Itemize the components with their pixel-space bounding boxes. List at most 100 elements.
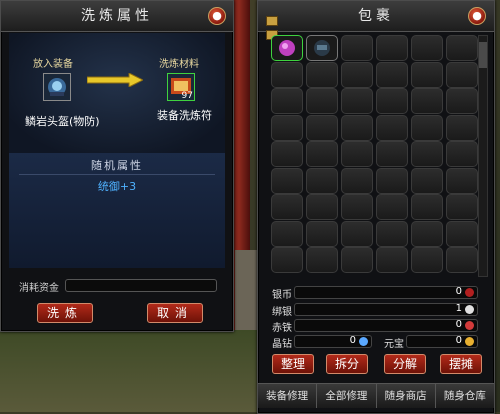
bag-slot[interactable] bbox=[376, 141, 408, 167]
tab-portable-storage[interactable]: 随身仓库 bbox=[435, 384, 494, 408]
bag-slot[interactable] bbox=[411, 35, 443, 61]
bag-slot[interactable] bbox=[446, 35, 478, 61]
tab-equip-repair[interactable]: 装备修理 bbox=[258, 384, 318, 408]
bag-slot[interactable] bbox=[271, 35, 303, 61]
bag-slot[interactable] bbox=[271, 167, 303, 194]
bag-slot[interactable] bbox=[306, 220, 338, 247]
bag-scrollbar[interactable] bbox=[478, 35, 488, 277]
material-count: 97 bbox=[181, 91, 193, 101]
currency-value: 0 bbox=[455, 319, 462, 330]
bag-slot[interactable] bbox=[306, 141, 338, 167]
bag-slot[interactable] bbox=[306, 35, 338, 61]
stall-button[interactable]: 摆摊 bbox=[440, 354, 482, 374]
bag-slot[interactable] bbox=[341, 194, 373, 220]
bag-slot[interactable] bbox=[341, 220, 373, 247]
bag-slot[interactable] bbox=[376, 194, 408, 220]
silver-coin-icon bbox=[465, 288, 474, 297]
random-attribute-value: 统御+3 bbox=[97, 180, 137, 193]
bag-slot[interactable] bbox=[306, 61, 338, 88]
close-icon[interactable]: ● bbox=[208, 7, 226, 25]
tab-portable-shop[interactable]: 随身商店 bbox=[376, 384, 436, 408]
bag-slot[interactable] bbox=[341, 35, 373, 61]
material-slot-label: 洗炼材料 bbox=[159, 59, 199, 70]
bag-slot[interactable] bbox=[411, 220, 443, 247]
divider bbox=[19, 174, 215, 175]
bag-slot[interactable] bbox=[271, 220, 303, 247]
equip-slot[interactable] bbox=[43, 73, 71, 101]
refine-window-title: 洗炼属性 bbox=[1, 1, 233, 32]
bag-slot[interactable] bbox=[446, 61, 478, 88]
material-name: 装备洗炼符 bbox=[157, 109, 212, 122]
bag-slot[interactable] bbox=[446, 220, 478, 247]
bag-slot[interactable] bbox=[411, 167, 443, 194]
bag-slot[interactable] bbox=[271, 194, 303, 220]
helmet-icon bbox=[48, 78, 66, 96]
equip-name: 鳞岩头盔(物防) bbox=[25, 115, 100, 128]
material-slot[interactable]: 97 bbox=[167, 73, 195, 101]
bag-slot[interactable] bbox=[341, 114, 373, 141]
currency-value: 0 bbox=[455, 335, 462, 346]
bag-slot[interactable] bbox=[376, 114, 408, 141]
bag-slot[interactable] bbox=[341, 88, 373, 114]
bag-slot[interactable] bbox=[411, 61, 443, 88]
bag-slot[interactable] bbox=[306, 247, 338, 273]
bag-slot[interactable] bbox=[446, 194, 478, 220]
bag-slot[interactable] bbox=[376, 247, 408, 273]
bag-slot[interactable] bbox=[341, 141, 373, 167]
bag-slot[interactable] bbox=[411, 114, 443, 141]
random-attributes-header: 随机属性 bbox=[91, 159, 143, 172]
red-iron-icon bbox=[465, 321, 474, 330]
bag-slot[interactable] bbox=[271, 61, 303, 88]
bag-slot[interactable] bbox=[306, 194, 338, 220]
bag-slot[interactable] bbox=[376, 167, 408, 194]
bag-slot[interactable] bbox=[341, 247, 373, 273]
ingot-icon bbox=[465, 337, 474, 346]
currency-label: 绑银 bbox=[272, 307, 292, 318]
decompose-button[interactable]: 分解 bbox=[384, 354, 426, 374]
close-icon[interactable]: ● bbox=[468, 7, 486, 25]
currency-label: 元宝 bbox=[384, 339, 404, 350]
bag-slot[interactable] bbox=[446, 114, 478, 141]
bag-slot[interactable] bbox=[376, 88, 408, 114]
bag-slot[interactable] bbox=[411, 194, 443, 220]
bag-slot[interactable] bbox=[271, 141, 303, 167]
bag-slot[interactable] bbox=[306, 167, 338, 194]
bag-slot[interactable] bbox=[306, 88, 338, 114]
bag-slot[interactable] bbox=[341, 61, 373, 88]
bag-slot[interactable] bbox=[446, 247, 478, 273]
cancel-button[interactable]: 取消 bbox=[147, 303, 203, 323]
equip-slot-label: 放入装备 bbox=[33, 59, 73, 70]
sort-button[interactable]: 整理 bbox=[272, 354, 314, 374]
scroll-thumb[interactable] bbox=[479, 42, 487, 68]
bag-expand-icons[interactable] bbox=[266, 15, 294, 40]
crystal-icon bbox=[359, 337, 368, 346]
bag-slot[interactable] bbox=[376, 220, 408, 247]
bag-slot[interactable] bbox=[446, 167, 478, 194]
refine-slots-area: 放入装备 鳞岩头盔(物防) 洗炼材料 97 装备洗炼符 bbox=[9, 33, 225, 153]
currency-label: 赤铁 bbox=[272, 323, 292, 334]
bag-slot[interactable] bbox=[376, 35, 408, 61]
grass-ground bbox=[0, 330, 260, 412]
bag-icon[interactable] bbox=[266, 16, 278, 26]
bag-slot[interactable] bbox=[411, 141, 443, 167]
bag-slot[interactable] bbox=[446, 88, 478, 114]
split-button[interactable]: 拆分 bbox=[326, 354, 368, 374]
bag-slot[interactable] bbox=[376, 61, 408, 88]
currency-label: 晶钻 bbox=[272, 339, 292, 350]
bag-slot[interactable] bbox=[411, 247, 443, 273]
bag-slot[interactable] bbox=[271, 114, 303, 141]
currency-value: 0 bbox=[349, 335, 356, 346]
bag-slot[interactable] bbox=[446, 141, 478, 167]
bag-slot[interactable] bbox=[341, 167, 373, 194]
refine-button[interactable]: 洗炼 bbox=[37, 303, 93, 323]
bag-slot[interactable] bbox=[271, 88, 303, 114]
cost-label: 消耗资金 bbox=[19, 283, 59, 294]
currency-value: 0 bbox=[455, 286, 462, 297]
bag-slot[interactable] bbox=[271, 247, 303, 273]
tab-repair-all[interactable]: 全部修理 bbox=[317, 384, 377, 408]
bag-slot[interactable] bbox=[411, 88, 443, 114]
arrow-right-icon bbox=[87, 73, 143, 87]
purple-gem-icon bbox=[279, 40, 295, 56]
cost-field bbox=[65, 279, 217, 292]
bag-slot[interactable] bbox=[306, 114, 338, 141]
